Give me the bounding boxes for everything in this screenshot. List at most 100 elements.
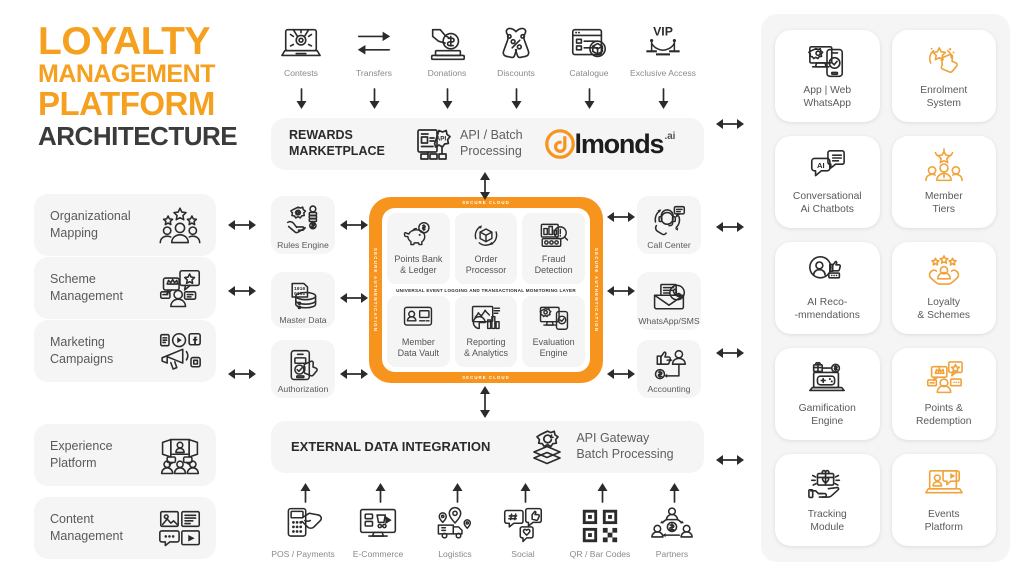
mid-left-tile-label: Authorization: [277, 384, 329, 394]
capability-card-2[interactable]: Enrolment System: [891, 30, 996, 122]
core-cell-bottom-1[interactable]: Member Data Vault: [387, 296, 450, 367]
qr-code-icon: [579, 505, 621, 545]
arrow-to-capability-panel-4: [716, 453, 744, 467]
bottom-channel-5[interactable]: QR / Bar Codes: [562, 505, 638, 559]
top-channel-5[interactable]: Catalogue: [551, 24, 627, 78]
core-cell-label: Order Processor: [465, 254, 507, 275]
capability-card-label: AI Reco- -mmendations: [794, 296, 860, 321]
almonds-ai-logo: lmonds .ai: [544, 129, 676, 160]
capability-card-label: Events Platform: [924, 508, 963, 533]
desktop-cart-icon: [357, 505, 399, 545]
rewards-title-line2: MARKETPLACE: [289, 144, 385, 158]
top-channel-label: Catalogue: [569, 68, 609, 78]
id-card-icon: [402, 304, 434, 334]
top-channel-label: Discounts: [497, 68, 535, 78]
mid-right-tile-3[interactable]: Accounting: [637, 340, 701, 398]
arrow-to-capability-panel-2: [716, 220, 744, 234]
arrow-rewards-to-core: [478, 172, 492, 200]
top-channel-3[interactable]: Donations: [409, 24, 485, 78]
core-cell-bottom-3[interactable]: Evaluation Engine: [522, 296, 586, 367]
left-feature-4[interactable]: Experience Platform: [34, 424, 216, 486]
core-cell-label: Evaluation Engine: [532, 337, 575, 358]
down-arrow: [511, 88, 522, 109]
analytics-chart-icon: [470, 304, 502, 334]
left-feature-1[interactable]: Organizational Mapping: [34, 194, 216, 256]
core-cell-bottom-2[interactable]: Reporting & Analytics: [454, 296, 518, 367]
left-feature-2[interactable]: Scheme Management: [34, 257, 216, 319]
api-document-icon: API: [415, 127, 453, 161]
core-row-top: Points Bank & Ledger Order Processor Fraud…: [387, 213, 586, 284]
capability-card-label: App | Web WhatsApp: [803, 84, 852, 109]
external-data-integration-banner: EXTERNAL DATA INTEGRATION API Gateway Ba…: [271, 421, 704, 473]
capability-card-7[interactable]: Gamification Engine: [775, 348, 880, 440]
mobile-approve-tap-icon: [285, 348, 321, 382]
left-feature-label: Marketing Campaigns: [50, 335, 114, 366]
up-arrow: [452, 482, 463, 503]
top-channel-1[interactable]: Contests: [263, 24, 339, 78]
capability-card-9[interactable]: Tracking Module: [775, 454, 880, 546]
top-channel-6[interactable]: VIP Exclusive Access: [625, 24, 701, 78]
mid-left-tile-3[interactable]: Authorization: [271, 340, 335, 398]
core-cell-top-3[interactable]: Fraud Detection: [522, 213, 586, 284]
bottom-channel-4[interactable]: Social: [485, 505, 561, 559]
core-cell-top-2[interactable]: Order Processor: [454, 213, 518, 284]
arrow-core-to-integration: [478, 386, 492, 418]
hand-star-tap-icon: [924, 42, 964, 80]
rewards-marketplace-banner: REWARDS MARKETPLACE API API / Batch Proc…: [271, 118, 704, 170]
down-arrow: [369, 88, 380, 109]
mid-right-tile-2[interactable]: WhatsApp/SMS: [637, 272, 701, 330]
mid-right-tile-1[interactable]: Call Center: [637, 196, 701, 254]
core-cell-top-1[interactable]: Points Bank & Ledger: [387, 213, 450, 284]
screen-gear-check-icon: [538, 304, 570, 334]
piggy-bank-coin-icon: [402, 221, 434, 251]
top-channel-4[interactable]: Discounts: [478, 24, 554, 78]
left-feature-5[interactable]: Content Management: [34, 497, 216, 559]
capability-card-8[interactable]: Points & Redemption: [891, 348, 996, 440]
bottom-channel-2[interactable]: E-Commerce: [340, 505, 416, 559]
down-arrow: [296, 88, 307, 109]
box-cycle-icon: [470, 221, 502, 251]
rewards-sub-line2: Processing: [460, 144, 522, 158]
bottom-channel-label: Social: [511, 549, 535, 559]
title-line-4: ARCHITECTURE: [38, 120, 238, 151]
core-row-bottom: Member Data Vault Reporting & Analytics Ev…: [387, 296, 586, 367]
bottom-channel-6[interactable]: Partners: [634, 505, 710, 559]
bottom-channel-3[interactable]: Logistics: [417, 505, 493, 559]
laptop-presenter-play-icon: [924, 466, 964, 504]
arrow-left-to-mid-3: [228, 367, 256, 381]
arrow-to-capability-panel-3: [716, 346, 744, 360]
capability-card-5[interactable]: AI Reco- -mmendations: [775, 242, 880, 334]
hand-gift-heart-icon: [807, 466, 847, 504]
capability-card-1[interactable]: App | Web WhatsApp: [775, 30, 880, 122]
capability-card-4[interactable]: Member Tiers: [891, 136, 996, 228]
almonds-logo-suffix: .ai: [664, 130, 676, 142]
capability-card-label: Enrolment System: [920, 84, 968, 109]
capability-card-label: Tracking Module: [807, 508, 847, 533]
top-channel-label: Exclusive Access: [630, 68, 696, 78]
bottom-channel-label: Partners: [655, 549, 689, 559]
mid-left-tile-1[interactable]: Rules Engine: [271, 196, 335, 254]
core-edge-top-label: SECURE CLOUD: [462, 200, 510, 205]
mid-right-tile-label: Accounting: [647, 384, 691, 394]
crown-star-chat-icon: [924, 360, 964, 398]
two-way-arrows-icon: [353, 24, 395, 64]
user-thumbsup-search-icon: [807, 254, 847, 292]
top-channel-2[interactable]: Transfers: [336, 24, 412, 78]
capability-card-6[interactable]: Loyalty & Schemes: [891, 242, 996, 334]
capability-card-label: Conversational Ai Chatbots: [792, 190, 862, 215]
capability-card-3[interactable]: AI Conversational Ai Chatbots: [775, 136, 880, 228]
arrow-midleft-to-core-2: [340, 291, 368, 305]
capability-card-10[interactable]: Events Platform: [891, 454, 996, 546]
architecture-diagram: LOYALTY MANAGEMENT PLATFORM ARCHITECTURE…: [0, 0, 1024, 576]
bottom-channel-1[interactable]: POS / Payments: [265, 505, 341, 559]
delivery-truck-icon: [434, 505, 476, 545]
chart-magnifier-alert-icon: [538, 221, 570, 251]
app-web-device-icon: [807, 42, 847, 80]
arrow-left-to-mid-1: [228, 218, 256, 232]
page-title: LOYALTY MANAGEMENT PLATFORM ARCHITECTURE: [38, 22, 278, 149]
mid-left-tile-2[interactable]: 1010 0101 Master Data: [271, 272, 335, 328]
arrow-left-to-mid-2: [228, 284, 256, 298]
down-arrow: [584, 88, 595, 109]
api-gateway-layers-icon: [526, 428, 568, 466]
left-feature-3[interactable]: Marketing Campaigns: [34, 320, 216, 382]
